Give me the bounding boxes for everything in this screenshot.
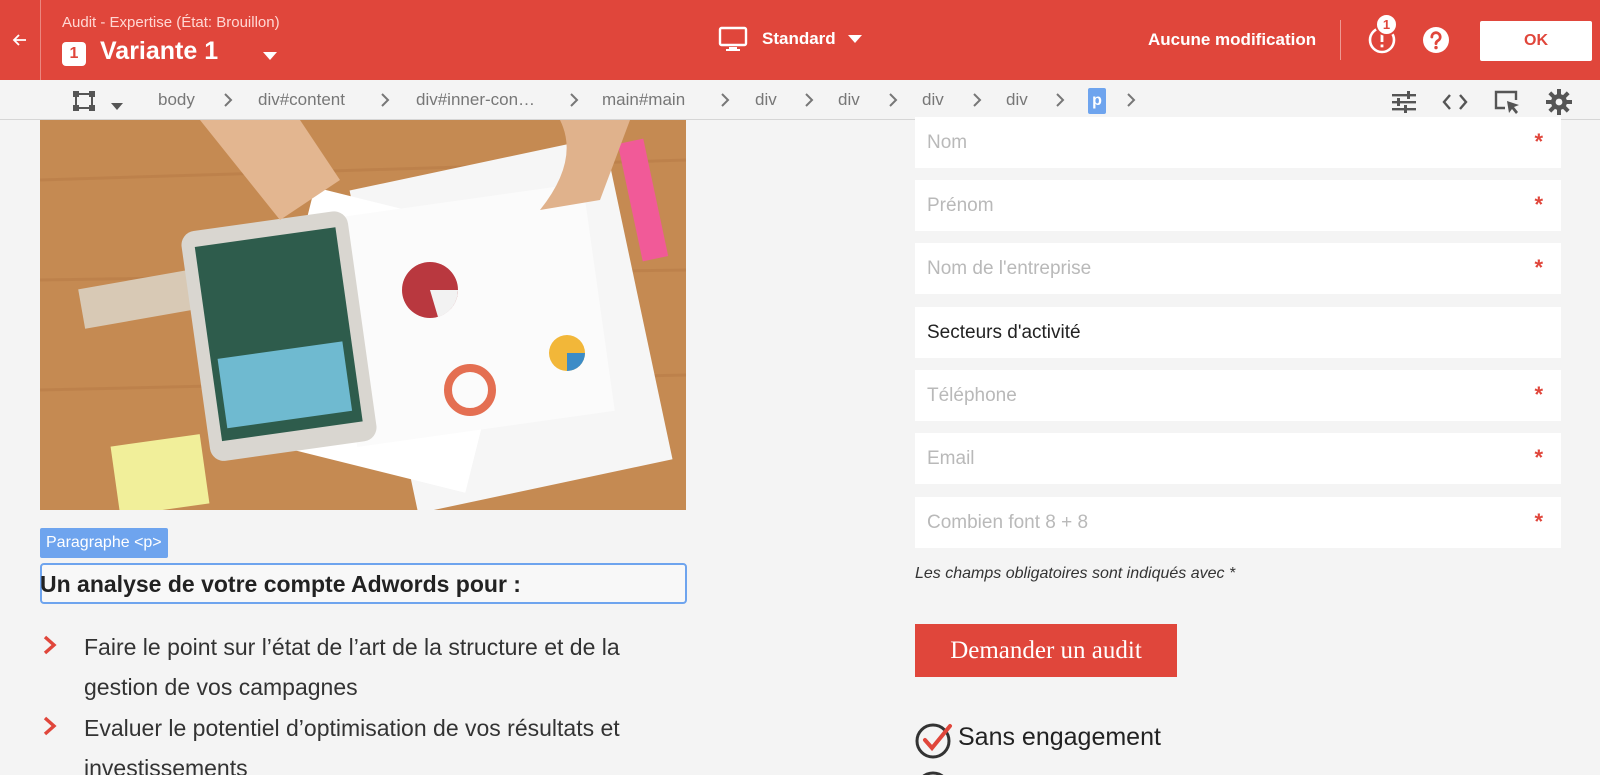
check-circle-icon	[922, 771, 944, 775]
chevron-right-icon	[973, 93, 982, 107]
arrow-left-icon	[12, 34, 26, 46]
email-field[interactable]: Email *	[915, 433, 1561, 484]
alerts-count-badge: 1	[1375, 13, 1398, 36]
device-label: Standard	[762, 29, 836, 48]
required-mark: *	[1534, 509, 1543, 534]
chevron-right-icon	[1056, 93, 1065, 107]
hero-photo	[40, 120, 686, 510]
editor-header: Audit - Expertise (État: Brouillon) 1 Va…	[0, 0, 1600, 80]
chevron-right-icon	[721, 93, 730, 107]
required-mark: *	[1534, 445, 1543, 470]
page-subtitle: Audit - Expertise (État: Brouillon)	[62, 14, 280, 31]
chevron-right-icon	[224, 93, 233, 107]
required-mark: *	[1534, 129, 1543, 154]
back-button[interactable]	[0, 0, 41, 80]
first-name-field[interactable]: Prénom *	[915, 180, 1561, 231]
last-name-field[interactable]: Nom *	[915, 117, 1561, 168]
caret-down-icon	[111, 103, 123, 110]
selection-mode-dropdown[interactable]	[111, 97, 123, 115]
breadcrumb-item-inner-content[interactable]: div#inner-con…	[416, 90, 535, 110]
selection-mode-button[interactable]	[72, 90, 96, 117]
required-mark: *	[1534, 192, 1543, 217]
device-selector[interactable]: Standard	[718, 26, 862, 52]
help-button[interactable]	[1420, 24, 1452, 56]
chevron-right-icon	[570, 93, 579, 107]
desktop-monitor-icon	[718, 26, 748, 51]
request-audit-button[interactable]: Demander un audit	[915, 624, 1177, 677]
chevron-right-icon	[889, 93, 898, 107]
required-mark: *	[1534, 255, 1543, 280]
chevron-right-icon	[805, 93, 814, 107]
breadcrumb-item-div[interactable]: div	[922, 90, 944, 110]
required-mark: *	[1534, 382, 1543, 407]
section-heading[interactable]: Un analyse de votre compte Adwords pour …	[40, 571, 521, 598]
breadcrumb-item-main[interactable]: main#main	[602, 90, 685, 110]
code-icon	[1442, 94, 1468, 110]
company-name-field[interactable]: Nom de l'entreprise *	[915, 243, 1561, 294]
list-item: Faire le point sur l’état de l’art de la…	[84, 634, 620, 700]
element-picker-button[interactable]	[1493, 88, 1521, 116]
save-status: Aucune modification	[1148, 30, 1317, 49]
select-element-icon	[1494, 90, 1519, 114]
chevron-right-icon	[381, 93, 390, 107]
benefit-item: Sans engagement	[958, 723, 1161, 751]
variant-number-badge: 1	[62, 42, 86, 66]
settings-button[interactable]	[1545, 88, 1573, 116]
sliders-icon	[1392, 91, 1416, 113]
captcha-field[interactable]: Combien font 8 + 8 *	[915, 497, 1561, 548]
breadcrumb-item-content[interactable]: div#content	[258, 90, 345, 110]
element-type-label: Paragraphe <p>	[40, 528, 168, 558]
list-item: Evaluer le potentiel d’optimisation de v…	[84, 715, 620, 775]
business-sector-select[interactable]: Secteurs d'activité	[915, 307, 1561, 358]
variant-name[interactable]: Variante 1	[100, 37, 218, 66]
selection-frame-icon	[73, 91, 95, 111]
chevron-right-icon	[1127, 93, 1136, 107]
ok-button[interactable]: OK	[1480, 21, 1592, 61]
caret-down-icon	[847, 35, 862, 43]
breadcrumb-item-active-p[interactable]: p	[1088, 88, 1106, 114]
gear-icon	[1546, 89, 1572, 115]
breadcrumb-item-div[interactable]: div	[838, 90, 860, 110]
code-view-button[interactable]	[1441, 88, 1469, 116]
header-divider	[1340, 20, 1341, 60]
variant-dropdown-toggle[interactable]	[263, 47, 277, 65]
breadcrumb-item-div[interactable]: div	[1006, 90, 1028, 110]
chevron-bullet-icon	[43, 635, 57, 655]
help-icon	[1423, 27, 1449, 53]
chevron-bullet-icon	[43, 716, 57, 736]
caret-down-icon	[263, 52, 277, 60]
element-breadcrumb-bar: body div#content div#inner-con… main#mai…	[0, 80, 1600, 120]
breadcrumb-item-div[interactable]: div	[755, 90, 777, 110]
phone-field[interactable]: Téléphone *	[915, 370, 1561, 421]
breadcrumb-item-body[interactable]: body	[158, 90, 195, 110]
required-fields-note: Les champs obligatoires sont indiqués av…	[915, 565, 1236, 582]
check-circle-icon	[915, 723, 952, 759]
style-settings-button[interactable]	[1390, 88, 1418, 116]
